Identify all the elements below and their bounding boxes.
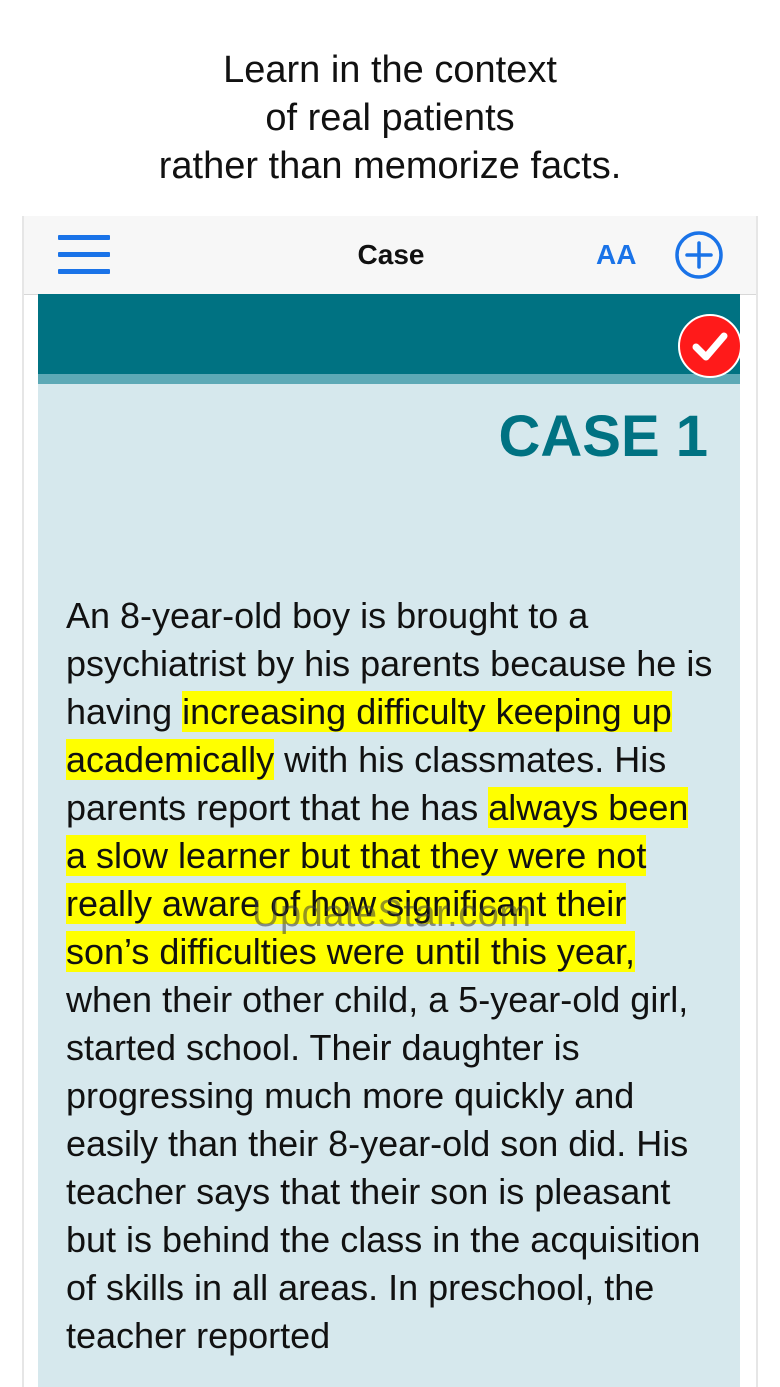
promo-line: Learn in the context xyxy=(223,49,557,91)
navigation-bar: Case AA xyxy=(24,216,756,295)
banner-stripe xyxy=(38,374,740,384)
case-description: An 8-year-old boy is brought to a psychi… xyxy=(66,592,716,1360)
nav-title: Case xyxy=(357,239,425,270)
promo-headline: Learn in the context of real patients ra… xyxy=(0,46,780,190)
case-text-segment: when their other child, a 5-year-old gir… xyxy=(66,979,701,1356)
checkmark-badge-icon[interactable] xyxy=(678,314,742,378)
plus-circle-icon[interactable] xyxy=(674,230,724,280)
case-banner xyxy=(38,294,740,374)
promo-line: of real patients xyxy=(265,97,515,139)
app-screen: Case AA CASE 1 An 8-year-old boy is brou… xyxy=(22,216,758,1387)
case-content[interactable]: CASE 1 An 8-year-old boy is brought to a… xyxy=(38,294,742,1387)
font-size-button[interactable]: AA xyxy=(596,236,636,274)
hamburger-menu-icon[interactable] xyxy=(58,235,110,275)
promo-line: rather than memorize facts. xyxy=(158,145,622,187)
case-title: CASE 1 xyxy=(498,404,708,469)
